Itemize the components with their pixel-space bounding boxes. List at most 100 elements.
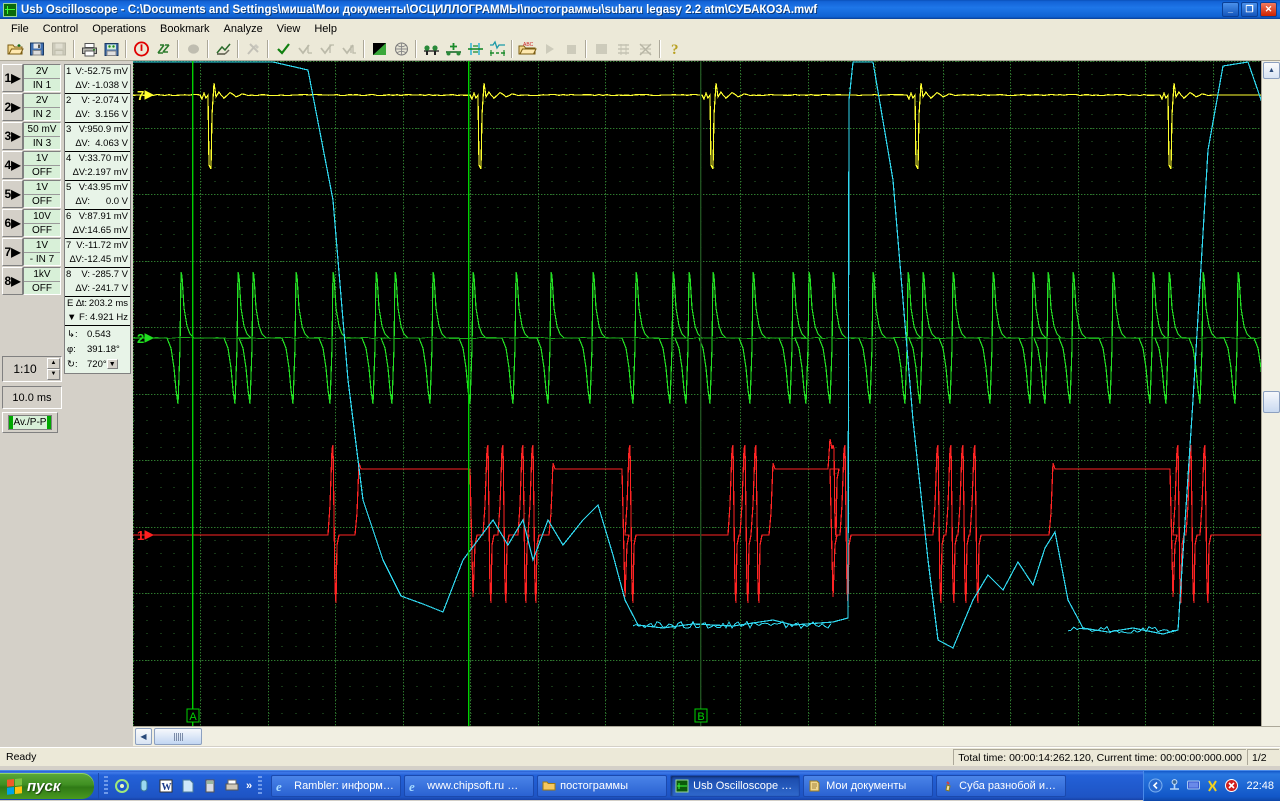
clear-grid-icon[interactable] bbox=[634, 39, 656, 60]
network-icon[interactable] bbox=[1167, 778, 1182, 793]
channel-settings-5[interactable]: 1V OFF bbox=[23, 180, 61, 208]
power-record-icon[interactable] bbox=[130, 39, 152, 60]
display-icon[interactable] bbox=[1186, 778, 1201, 793]
measurement-group-3[interactable]: 3 V: 950.9 mV ∆V: 4.063 V bbox=[65, 123, 130, 152]
vertical-scrollbar[interactable]: ▲ bbox=[1261, 61, 1280, 726]
cursor-add-icon[interactable] bbox=[442, 39, 464, 60]
channel-settings-3[interactable]: 50 mV IN 3 bbox=[23, 122, 61, 150]
channel-settings-8[interactable]: 1kV OFF bbox=[23, 267, 61, 295]
close-button[interactable]: ✕ bbox=[1260, 2, 1277, 17]
tools-icon[interactable] bbox=[242, 39, 264, 60]
channel-settings-4[interactable]: 1V OFF bbox=[23, 151, 61, 179]
channel-number: 8 bbox=[4, 274, 12, 288]
check-trace-falling-icon[interactable] bbox=[294, 39, 316, 60]
measurement-group-phase[interactable]: ↳: 0.543 φ: 391.18° ↻: 720° ▼ bbox=[65, 326, 130, 373]
open-file-icon[interactable] bbox=[4, 39, 26, 60]
media-icon[interactable] bbox=[136, 778, 152, 794]
contrast-icon[interactable] bbox=[368, 39, 390, 60]
channel-select-2[interactable]: 2 ▶ bbox=[2, 93, 23, 121]
task-button[interactable]: Мои документы bbox=[803, 774, 934, 797]
channel-select-5[interactable]: 5 ▶ bbox=[2, 180, 23, 208]
task-button[interactable]: постограммы bbox=[537, 774, 668, 797]
measurement-group-2[interactable]: 2 V: -2.074 V ∆V: 3.156 V bbox=[65, 94, 130, 123]
stepper-up-icon[interactable]: ▲ bbox=[47, 358, 60, 369]
meas-v-value: 43.95 mV bbox=[87, 182, 128, 193]
waveform-plot[interactable]: AB 721 bbox=[133, 61, 1280, 726]
abc-stop-icon[interactable] bbox=[560, 39, 582, 60]
channel-settings-6[interactable]: 10V OFF bbox=[23, 209, 61, 237]
channel-select-1[interactable]: 1 ▶ bbox=[2, 64, 23, 92]
maximize-button[interactable]: ❐ bbox=[1241, 2, 1258, 17]
timebase-field[interactable]: 10.0 ms bbox=[2, 386, 62, 409]
drag-grip[interactable] bbox=[258, 775, 263, 796]
wave-analyze-icon[interactable] bbox=[486, 39, 508, 60]
probe-ratio-field[interactable]: 1:10 ▲ ▼ bbox=[2, 356, 62, 382]
task-button[interactable]: e www.chipsoft.ru … bbox=[404, 774, 535, 797]
channel-settings-2[interactable]: 2V IN 2 bbox=[23, 93, 61, 121]
globe-icon[interactable] bbox=[390, 39, 412, 60]
channel-select-4[interactable]: 4 ▶ bbox=[2, 151, 23, 179]
avpp-button[interactable]: Av./P-P bbox=[2, 412, 58, 433]
check-trace-rising-icon[interactable] bbox=[316, 39, 338, 60]
printer-icon[interactable] bbox=[224, 778, 240, 794]
menu-view[interactable]: View bbox=[270, 21, 308, 37]
measurement-group-6[interactable]: 6 V: 87.91 mV ∆V: 14.65 mV bbox=[65, 210, 130, 239]
channel-select-7[interactable]: 7 ▶ bbox=[2, 238, 23, 266]
word-icon[interactable]: W bbox=[158, 778, 174, 794]
menu-help[interactable]: Help bbox=[307, 21, 344, 37]
measurement-group-7[interactable]: 7 V: -11.72 mV ∆V: -12.45 mV bbox=[65, 239, 130, 268]
menu-control[interactable]: Control bbox=[36, 21, 85, 37]
channel-settings-7[interactable]: 1V - IN 7 bbox=[23, 238, 61, 266]
grid-icon[interactable] bbox=[612, 39, 634, 60]
document-icon[interactable] bbox=[180, 778, 196, 794]
menu-operations[interactable]: Operations bbox=[85, 21, 153, 37]
start-button[interactable]: пуск bbox=[0, 773, 94, 799]
save-image-icon[interactable] bbox=[48, 39, 70, 60]
menu-file[interactable]: File bbox=[4, 21, 36, 37]
fast-forward-icon[interactable] bbox=[152, 39, 174, 60]
menu-analyze[interactable]: Analyze bbox=[217, 21, 270, 37]
quicklaunch-overflow[interactable]: » bbox=[246, 780, 252, 792]
measurement-group-4[interactable]: 4 V: 33.70 mV ∆V: 2.197 mV bbox=[65, 152, 130, 181]
scroll-left-icon[interactable]: ◀ bbox=[135, 728, 152, 745]
cursor-pair-icon[interactable] bbox=[420, 39, 442, 60]
block-icon[interactable] bbox=[590, 39, 612, 60]
desktop-icon[interactable] bbox=[114, 778, 130, 794]
channel-settings-1[interactable]: 2V IN 1 bbox=[23, 64, 61, 92]
channel-select-8[interactable]: 8 ▶ bbox=[2, 267, 23, 295]
abc-open-icon[interactable]: ABC bbox=[516, 39, 538, 60]
help-icon[interactable]: ? bbox=[664, 39, 686, 60]
channel-select-3[interactable]: 3 ▶ bbox=[2, 122, 23, 150]
task-button[interactable]: Суба разнобой и… bbox=[936, 774, 1067, 797]
scroll-up-icon[interactable]: ▲ bbox=[1263, 62, 1280, 79]
task-button[interactable]: e Rambler: информ… bbox=[271, 774, 402, 797]
volume-icon[interactable] bbox=[1205, 778, 1220, 793]
save-file-icon[interactable] bbox=[26, 39, 48, 60]
check-trace-pulse-icon[interactable] bbox=[338, 39, 360, 60]
cursor-measure-icon[interactable] bbox=[464, 39, 486, 60]
print-icon[interactable] bbox=[78, 39, 100, 60]
chevron-down-icon[interactable]: ▼ bbox=[106, 359, 118, 370]
horizontal-scroll-thumb[interactable] bbox=[154, 728, 202, 745]
print-save-icon[interactable] bbox=[100, 39, 122, 60]
task-button-active[interactable]: Usb Oscilloscope … bbox=[670, 774, 801, 797]
snapshot-icon[interactable] bbox=[212, 39, 234, 60]
vertical-scroll-thumb[interactable] bbox=[1263, 391, 1280, 413]
measurement-group-5[interactable]: 5 V: 43.95 mV ∆V: 0.0 V bbox=[65, 181, 130, 210]
minimize-button[interactable]: _ bbox=[1222, 2, 1239, 17]
horizontal-scrollbar[interactable]: ◀ bbox=[133, 726, 1280, 746]
measurement-group-8[interactable]: 8 V: -285.7 V ∆V: -241.7 V bbox=[65, 268, 130, 297]
abc-play-icon[interactable] bbox=[538, 39, 560, 60]
calculator-icon[interactable] bbox=[202, 778, 218, 794]
antivirus-icon[interactable] bbox=[1224, 778, 1239, 793]
check-green-icon[interactable] bbox=[272, 39, 294, 60]
measurement-group-time[interactable]: E ∆t: 203.2 ms ▼ F: 4.921 Hz bbox=[65, 297, 130, 326]
menu-bookmark[interactable]: Bookmark bbox=[153, 21, 217, 37]
channel-select-6[interactable]: 6 ▶ bbox=[2, 209, 23, 237]
show-hidden-icon[interactable] bbox=[1148, 778, 1163, 793]
record-dot-icon[interactable] bbox=[182, 39, 204, 60]
probe-ratio-stepper[interactable]: ▲ ▼ bbox=[47, 358, 60, 380]
drag-grip[interactable] bbox=[104, 775, 108, 796]
stepper-down-icon[interactable]: ▼ bbox=[47, 369, 60, 380]
measurement-group-1[interactable]: 1 V: -52.75 mV ∆V: -1.038 V bbox=[65, 65, 130, 94]
